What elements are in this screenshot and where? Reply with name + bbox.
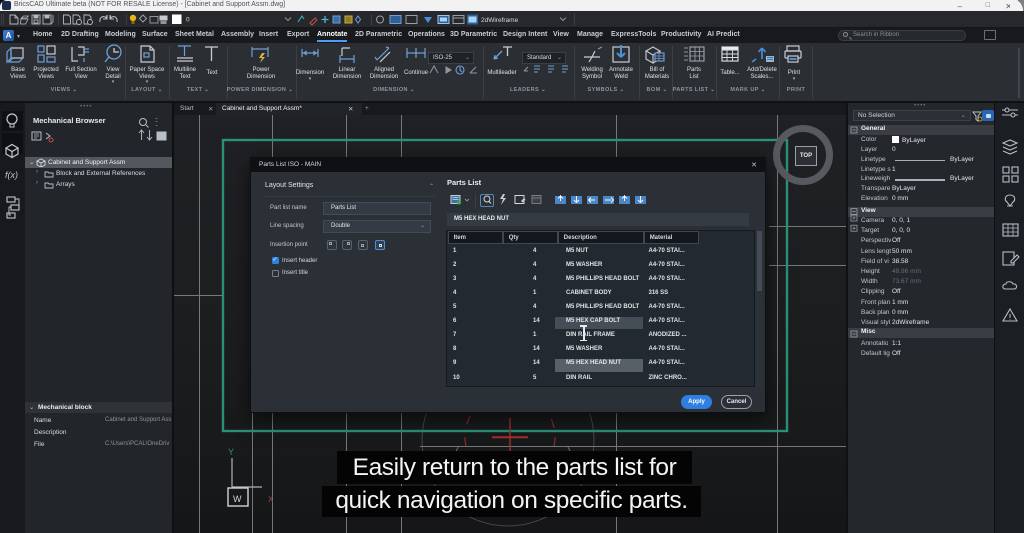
svg-text:2dWireframe: 2dWireframe <box>481 17 519 24</box>
svg-text:0: 0 <box>186 17 190 24</box>
svg-text:X: X <box>268 495 274 504</box>
svg-text:W: W <box>233 494 242 504</box>
svg-text:f(x): f(x) <box>5 170 18 180</box>
svg-text:Y: Y <box>228 447 234 457</box>
